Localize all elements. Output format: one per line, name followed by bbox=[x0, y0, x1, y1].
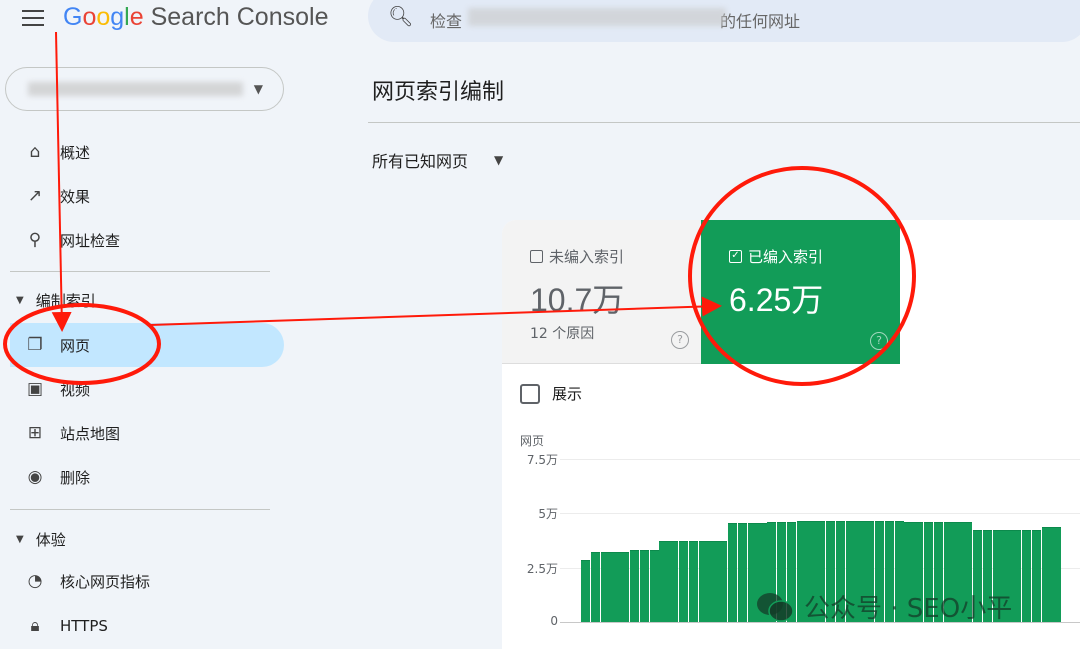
property-selector[interactable]: ▼ bbox=[5, 67, 284, 111]
chart-y-axis-label: 网页 bbox=[520, 434, 545, 448]
search-console-logo[interactable]: Google Search Console bbox=[63, 3, 328, 32]
chart-bar[interactable] bbox=[1051, 527, 1061, 622]
chart-bar[interactable] bbox=[1022, 529, 1032, 622]
sidebar-item-url-inspection[interactable]: ⚲ 网址检查 bbox=[10, 218, 284, 262]
google-wordmark: Google bbox=[63, 3, 144, 31]
sidebar-item-sitemaps[interactable]: ⊞ 站点地图 bbox=[10, 411, 284, 455]
sitemap-icon: ⊞ bbox=[27, 423, 43, 443]
sidebar-item-videos[interactable]: ▣ 视频 bbox=[10, 367, 284, 411]
filter-value: 所有已知网页 bbox=[372, 152, 469, 171]
y-tick-label: 5万 bbox=[538, 507, 558, 522]
chart-bar[interactable] bbox=[688, 540, 698, 622]
not-indexed-card[interactable]: 未编入索引 10.7万 12 个原因 ? bbox=[502, 220, 701, 364]
caret-down-icon: ▼ bbox=[16, 534, 24, 545]
section-experience[interactable]: ▼ 体验 bbox=[16, 529, 66, 550]
checkbox[interactable] bbox=[520, 383, 540, 404]
sidebar-item-label: 视频 bbox=[60, 380, 91, 399]
chart-bar[interactable] bbox=[737, 523, 747, 622]
main-menu-button[interactable] bbox=[22, 8, 44, 28]
chart-bar[interactable] bbox=[590, 552, 600, 622]
sidebar-item-label: 网页 bbox=[60, 336, 91, 355]
chart-bar[interactable] bbox=[630, 550, 640, 622]
watermark-text: 公众号 · SEO小平 bbox=[804, 594, 1013, 624]
y-tick-label: 0 bbox=[550, 614, 558, 628]
indexed-card[interactable]: ✓ 已编入索引 6.25万 ? bbox=[701, 220, 900, 364]
video-icon: ▣ bbox=[26, 379, 44, 399]
card-label: 已编入索引 bbox=[748, 248, 824, 266]
pages-filter-dropdown[interactable]: 所有已知网页 ▼ bbox=[372, 148, 503, 172]
chart-bar[interactable] bbox=[1031, 529, 1041, 622]
checkbox-checked-icon[interactable]: ✓ bbox=[729, 250, 742, 263]
product-name: Search Console bbox=[150, 3, 329, 31]
sidebar-item-label: 概述 bbox=[60, 143, 91, 162]
home-icon: ⌂ bbox=[29, 142, 41, 162]
chevron-down-icon: ▼ bbox=[494, 153, 504, 167]
gridline bbox=[560, 459, 1080, 460]
chart-bar[interactable] bbox=[718, 540, 728, 622]
help-icon[interactable]: ? bbox=[671, 331, 689, 349]
chart-bar[interactable] bbox=[581, 560, 591, 622]
sidebar-item-label: 删除 bbox=[60, 468, 91, 487]
y-tick-label: 7.5万 bbox=[526, 453, 558, 467]
divider bbox=[368, 122, 1080, 123]
pages-icon: ❐ bbox=[27, 335, 43, 355]
chart-bar[interactable] bbox=[679, 540, 689, 622]
sidebar-item-label: 效果 bbox=[60, 187, 91, 206]
chart-bar[interactable] bbox=[659, 540, 669, 622]
section-label: 体验 bbox=[35, 531, 66, 549]
chart-bar[interactable] bbox=[1041, 527, 1051, 622]
sidebar-item-label: HTTPS bbox=[60, 617, 108, 635]
url-inspection-search[interactable]: 🔍︎ 检查 的任何网址 bbox=[368, 0, 1080, 42]
search-icon: ⚲ bbox=[28, 230, 42, 250]
card-subtext: 12 个原因 bbox=[530, 326, 595, 342]
lock-icon: 🔒︎ bbox=[30, 616, 40, 636]
chart-bar[interactable] bbox=[639, 550, 649, 622]
checkbox-unchecked-icon[interactable] bbox=[530, 250, 543, 263]
redacted-property bbox=[28, 82, 243, 96]
show-impressions-toggle[interactable]: 展示 bbox=[520, 383, 582, 404]
sidebar-item-https[interactable]: 🔒︎ HTTPS bbox=[10, 604, 284, 648]
chart-bar[interactable] bbox=[649, 550, 659, 622]
sidebar-item-overview[interactable]: ⌂ 概述 bbox=[10, 130, 284, 174]
y-tick-label: 2.5万 bbox=[526, 561, 558, 576]
card-value: 10.7万 bbox=[530, 282, 625, 318]
wechat-icon bbox=[757, 592, 794, 622]
gridline bbox=[560, 513, 1080, 515]
chevron-down-icon: ▼ bbox=[253, 82, 263, 96]
chart-bar[interactable] bbox=[728, 523, 738, 622]
chart-bar[interactable] bbox=[620, 552, 630, 622]
speed-gauge-icon: ◔ bbox=[27, 571, 43, 591]
redacted-domain bbox=[468, 8, 726, 26]
divider bbox=[10, 509, 270, 510]
sidebar-item-pages[interactable]: ❐ 网页 bbox=[10, 323, 284, 367]
chart-bar[interactable] bbox=[708, 540, 718, 622]
section-label: 编制索引 bbox=[35, 292, 96, 310]
divider bbox=[10, 271, 270, 272]
card-label: 未编入索引 bbox=[549, 248, 625, 266]
help-icon[interactable]: ? bbox=[870, 332, 888, 350]
trending-up-icon: ↗ bbox=[27, 186, 43, 206]
sidebar-item-label: 站点地图 bbox=[60, 424, 121, 443]
sidebar-item-core-web-vitals[interactable]: ◔ 核心网页指标 bbox=[10, 559, 284, 603]
visibility-off-icon: ◉ bbox=[27, 467, 43, 487]
search-icon: 🔍︎ bbox=[388, 4, 414, 28]
sidebar-item-removals[interactable]: ◉ 删除 bbox=[10, 455, 284, 499]
chart-bar[interactable] bbox=[600, 552, 610, 622]
page-title: 网页索引编制 bbox=[372, 80, 505, 105]
watermark: 公众号 · SEO小平 bbox=[756, 588, 1012, 625]
show-label: 展示 bbox=[552, 385, 583, 403]
section-indexing[interactable]: ▼ 编制索引 bbox=[16, 290, 96, 311]
sidebar-item-label: 核心网页指标 bbox=[60, 572, 151, 591]
chart-bar[interactable] bbox=[698, 540, 708, 622]
chart-bar[interactable] bbox=[1012, 529, 1022, 622]
caret-down-icon: ▼ bbox=[16, 295, 24, 306]
card-value: 6.25万 bbox=[729, 282, 824, 318]
chart-bar[interactable] bbox=[610, 552, 620, 622]
sidebar-item-label: 网址检查 bbox=[60, 231, 121, 250]
sidebar-item-performance[interactable]: ↗ 效果 bbox=[10, 174, 284, 218]
chart-bar[interactable] bbox=[669, 540, 679, 622]
